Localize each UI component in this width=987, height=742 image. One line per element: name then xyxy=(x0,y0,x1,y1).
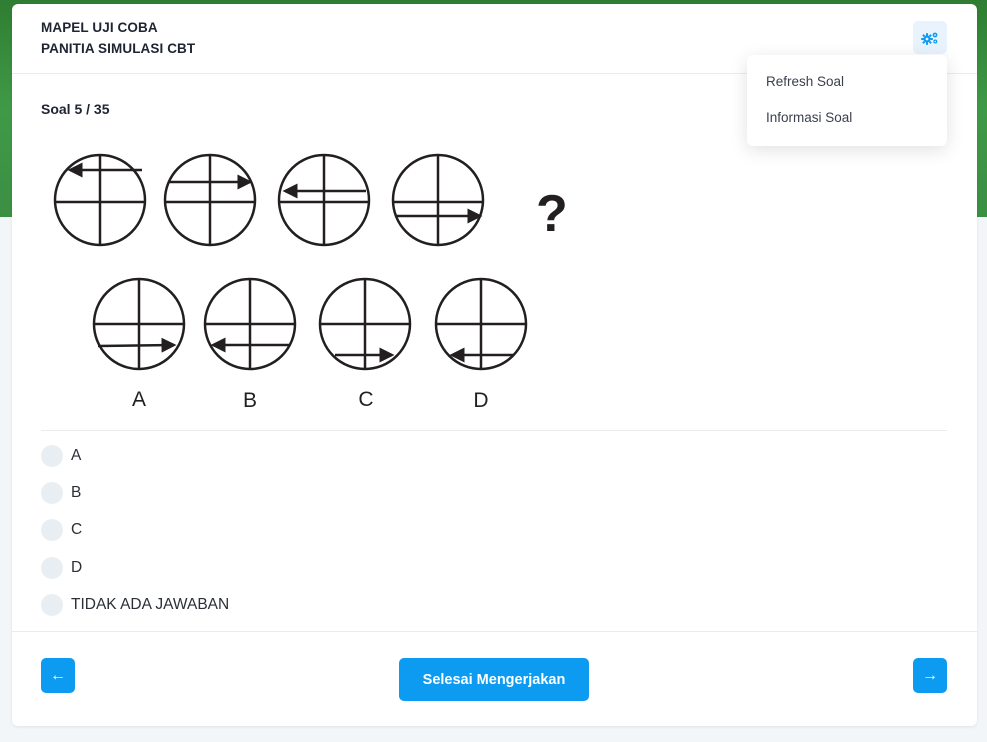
option-d[interactable]: D xyxy=(41,556,82,580)
question-mark: ? xyxy=(536,185,568,243)
question-card: MAPEL UJI COBA PANITIA SIMULASI CBT Refr… xyxy=(12,4,977,726)
previous-button[interactable]: ← xyxy=(41,658,75,693)
figure-label-c: C xyxy=(358,388,373,411)
puzzle-figure: ? A B C D xyxy=(53,153,568,412)
option-label: A xyxy=(71,447,82,464)
option-label: TIDAK ADA JAWABAN xyxy=(71,596,230,613)
radio-button[interactable] xyxy=(41,445,63,467)
figure-label-a: A xyxy=(132,388,146,411)
radio-button[interactable] xyxy=(41,594,63,616)
figure-label-d: D xyxy=(473,389,488,412)
arrow-left-icon: ← xyxy=(50,666,66,684)
settings-button[interactable] xyxy=(913,21,947,54)
arrow-right-icon: → xyxy=(922,666,938,684)
radio-button[interactable] xyxy=(41,557,63,579)
question-image: ? A B C D xyxy=(50,145,570,425)
settings-dropdown: Refresh Soal Informasi Soal xyxy=(747,55,947,146)
footer-divider xyxy=(12,631,977,632)
option-a[interactable]: A xyxy=(41,444,81,468)
option-label: B xyxy=(71,484,82,501)
committee-title: PANITIA SIMULASI CBT xyxy=(41,41,196,56)
question-number: Soal 5 / 35 xyxy=(41,101,110,117)
radio-button[interactable] xyxy=(41,482,63,504)
option-c[interactable]: C xyxy=(41,518,82,542)
gears-icon xyxy=(921,32,938,45)
options-divider xyxy=(41,430,947,431)
subject-title: MAPEL UJI COBA xyxy=(41,20,158,35)
radio-button[interactable] xyxy=(41,519,63,541)
option-no-answer[interactable]: TIDAK ADA JAWABAN xyxy=(41,593,229,617)
finish-button[interactable]: Selesai Mengerjakan xyxy=(399,658,589,701)
option-label: D xyxy=(71,559,83,576)
option-b[interactable]: B xyxy=(41,481,81,505)
figure-label-b: B xyxy=(243,389,257,412)
option-label: C xyxy=(71,521,83,538)
question-info-item[interactable]: Informasi Soal xyxy=(766,110,852,125)
refresh-question-item[interactable]: Refresh Soal xyxy=(766,74,844,89)
next-button[interactable]: → xyxy=(913,658,947,693)
